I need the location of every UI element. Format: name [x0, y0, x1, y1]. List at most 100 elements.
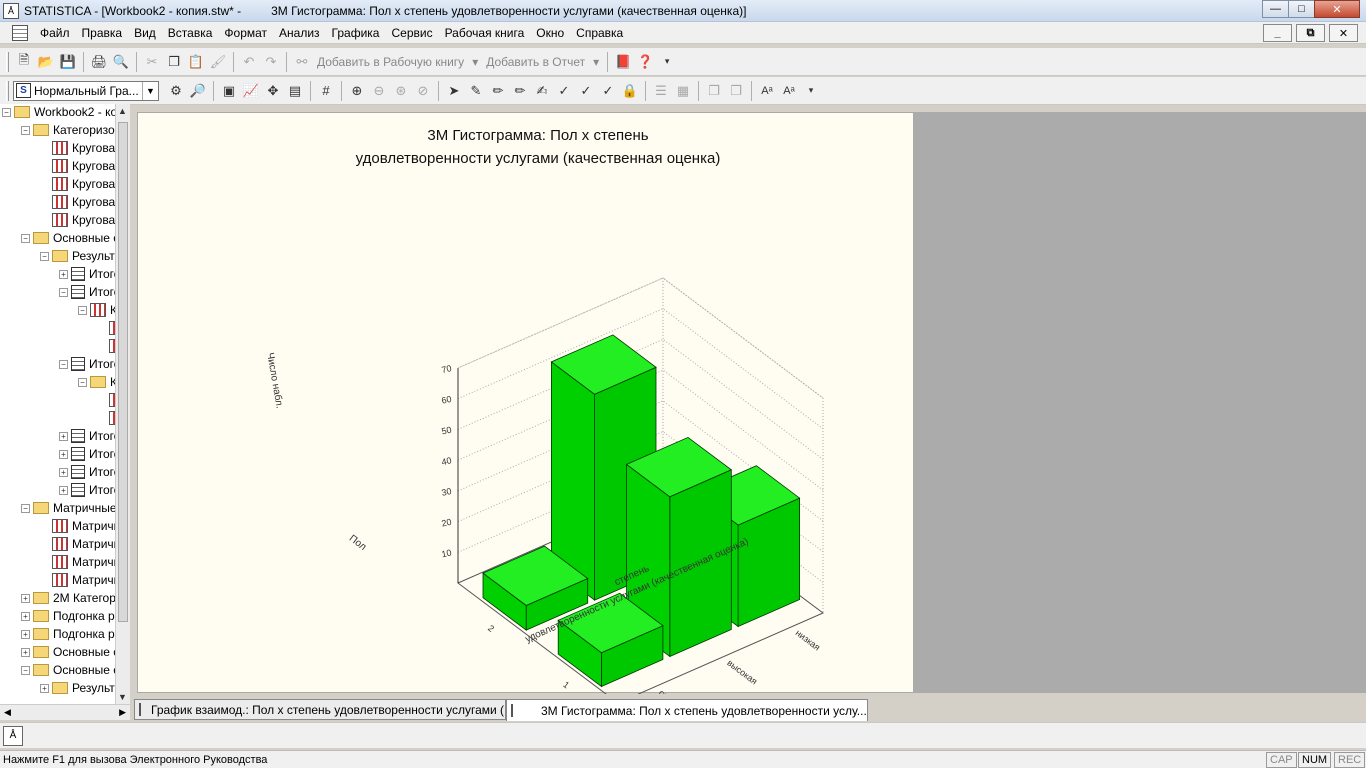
zoom-reset-icon[interactable]: ⊛: [391, 81, 411, 101]
doc-close-button[interactable]: ✕: [1329, 24, 1358, 42]
3d-histogram-chart[interactable]: 10 20 30 40 50 60 70 1 2 средняя высокая низкая 3М Г…: [138, 113, 915, 694]
tab-interaction-plot[interactable]: График взаимод.: Пол x степень удовлетво…: [134, 699, 506, 720]
toolbar-options-icon[interactable]: ▾: [657, 52, 677, 72]
expand-icon[interactable]: +: [59, 467, 68, 477]
bring-front-icon[interactable]: ❐: [704, 81, 724, 101]
chart-area[interactable]: 10 20 30 40 50 60 70 1 2 средняя высокая низкая 3М Г…: [137, 112, 915, 694]
tree-item[interactable]: +Подгонка распределений: [21, 607, 129, 625]
redo-icon[interactable]: ↷: [261, 52, 281, 72]
chevron-down-icon[interactable]: ▼: [142, 81, 158, 100]
tab-3d-histogram[interactable]: 3М Гистограмма: Пол x степень удовлетвор…: [506, 699, 868, 721]
text-tool-icon[interactable]: ✎: [466, 81, 486, 101]
collapse-icon[interactable]: −: [59, 359, 68, 369]
tree-item[interactable]: −Основные статистики: [21, 229, 129, 247]
toolbar-options-icon[interactable]: ▾: [801, 81, 821, 101]
find-binoculars-icon[interactable]: ⚯: [292, 52, 312, 72]
cut-icon[interactable]: ✂: [142, 52, 162, 72]
collapse-icon[interactable]: −: [21, 125, 30, 135]
menu-graphics[interactable]: Графика: [326, 26, 386, 40]
expand-icon[interactable]: +: [21, 647, 30, 657]
context-help-icon[interactable]: ❓: [635, 52, 655, 72]
brushing-icon[interactable]: ✓: [554, 81, 574, 101]
workbook-tree[interactable]: −Workbook2 - копия.stw−КатегоризованныеК…: [0, 104, 130, 704]
statistica-graph-icon[interactable]: Å: [3, 726, 23, 746]
expand-icon[interactable]: +: [59, 431, 68, 441]
document-icon[interactable]: [12, 24, 28, 41]
save-icon[interactable]: 💾: [58, 52, 78, 72]
menu-file[interactable]: Файл: [34, 26, 76, 40]
menu-format[interactable]: Формат: [218, 26, 273, 40]
doc-restore-button[interactable]: ⧉: [1296, 24, 1325, 42]
tree-item[interactable]: +Подгонка распределений: [21, 625, 129, 643]
graph-style-select[interactable]: S Нормальный Гра... ▼: [13, 80, 159, 101]
zoom-in-icon[interactable]: ⊕: [347, 81, 367, 101]
new-file-icon[interactable]: 🗎: [14, 52, 34, 72]
menu-view[interactable]: Вид: [128, 26, 162, 40]
tree-item[interactable]: +2М Категоризованные: [21, 589, 129, 607]
paste-icon[interactable]: 📋: [186, 52, 206, 72]
close-button[interactable]: ✕: [1314, 0, 1360, 18]
doc-minimize-button[interactable]: _: [1263, 24, 1292, 42]
copy-icon[interactable]: ❐: [164, 52, 184, 72]
tree-item[interactable]: +Основные статистики: [21, 643, 129, 661]
draw-shape-icon[interactable]: ✏: [510, 81, 530, 101]
menu-help[interactable]: Справка: [570, 26, 629, 40]
add-to-workbook-button[interactable]: Добавить в Рабочую книгу: [313, 55, 468, 69]
draw-ellipse-icon[interactable]: ✍: [532, 81, 552, 101]
toolbar-grip[interactable]: [6, 80, 9, 101]
zoom-out-icon[interactable]: ⊖: [369, 81, 389, 101]
add-to-report-button[interactable]: Добавить в Отчет: [482, 55, 589, 69]
statistica-app-icon[interactable]: Å: [3, 2, 19, 19]
undo-icon[interactable]: ↶: [239, 52, 259, 72]
zoom-cancel-icon[interactable]: ⊘: [413, 81, 433, 101]
scroll-left-icon[interactable]: ◀: [4, 707, 11, 718]
expand-icon[interactable]: +: [21, 611, 30, 621]
pointer-icon[interactable]: ➤: [444, 81, 464, 101]
brush-icon[interactable]: ✓: [576, 81, 596, 101]
scroll-up-icon[interactable]: ▲: [118, 106, 127, 116]
font-increase-icon[interactable]: Aᵃ: [757, 81, 777, 101]
menu-insert[interactable]: Вставка: [162, 26, 219, 40]
fill-pattern-icon[interactable]: ▦: [673, 81, 693, 101]
collapse-icon[interactable]: −: [21, 503, 30, 513]
print-preview-icon[interactable]: 🔍: [111, 52, 131, 72]
menu-analysis[interactable]: Анализ: [273, 26, 326, 40]
expand-icon[interactable]: +: [40, 683, 49, 693]
collapse-icon[interactable]: −: [21, 233, 30, 243]
lock-icon[interactable]: 🔒: [620, 81, 640, 101]
menu-window[interactable]: Окно: [530, 26, 570, 40]
minimize-button[interactable]: —: [1262, 0, 1289, 18]
scroll-down-icon[interactable]: ▼: [118, 692, 127, 702]
tree-horizontal-scrollbar[interactable]: ◀ ▶: [0, 704, 130, 720]
scroll-right-icon[interactable]: ▶: [119, 707, 126, 718]
collapse-icon[interactable]: −: [78, 305, 87, 315]
line-style-icon[interactable]: ☰: [651, 81, 671, 101]
graph-select-icon[interactable]: ▣: [219, 81, 239, 101]
menu-workbook[interactable]: Рабочая книга: [439, 26, 531, 40]
graph-move-icon[interactable]: ✥: [263, 81, 283, 101]
menu-edit[interactable]: Правка: [76, 26, 129, 40]
tree-item[interactable]: −Workbook2 - копия.stw: [2, 104, 129, 121]
style-edit-icon[interactable]: ⚙: [166, 81, 186, 101]
collapse-icon[interactable]: −: [40, 251, 49, 261]
collapse-icon[interactable]: −: [78, 377, 87, 387]
grid-icon[interactable]: #: [316, 81, 336, 101]
dropdown-arrow-icon[interactable]: ▾: [589, 55, 603, 69]
expand-icon[interactable]: +: [59, 449, 68, 459]
collapse-icon[interactable]: −: [21, 665, 30, 675]
book-icon[interactable]: 📕: [613, 52, 633, 72]
expand-icon[interactable]: +: [21, 593, 30, 603]
expand-icon[interactable]: +: [59, 269, 68, 279]
tree-item[interactable]: −Основные статистики: [21, 661, 129, 679]
font-decrease-icon[interactable]: Aᵃ: [779, 81, 799, 101]
expand-icon[interactable]: +: [59, 485, 68, 495]
tree-item[interactable]: −Матричные графики: [21, 499, 129, 517]
marker-icon[interactable]: ✓: [598, 81, 618, 101]
collapse-icon[interactable]: −: [2, 107, 11, 117]
dropdown-arrow-icon[interactable]: ▾: [468, 55, 482, 69]
expand-icon[interactable]: +: [21, 629, 30, 639]
send-back-icon[interactable]: ❐: [726, 81, 746, 101]
collapse-icon[interactable]: −: [59, 287, 68, 297]
draw-tool-icon[interactable]: ✏: [488, 81, 508, 101]
tree-item[interactable]: −Категоризованные: [21, 121, 129, 139]
